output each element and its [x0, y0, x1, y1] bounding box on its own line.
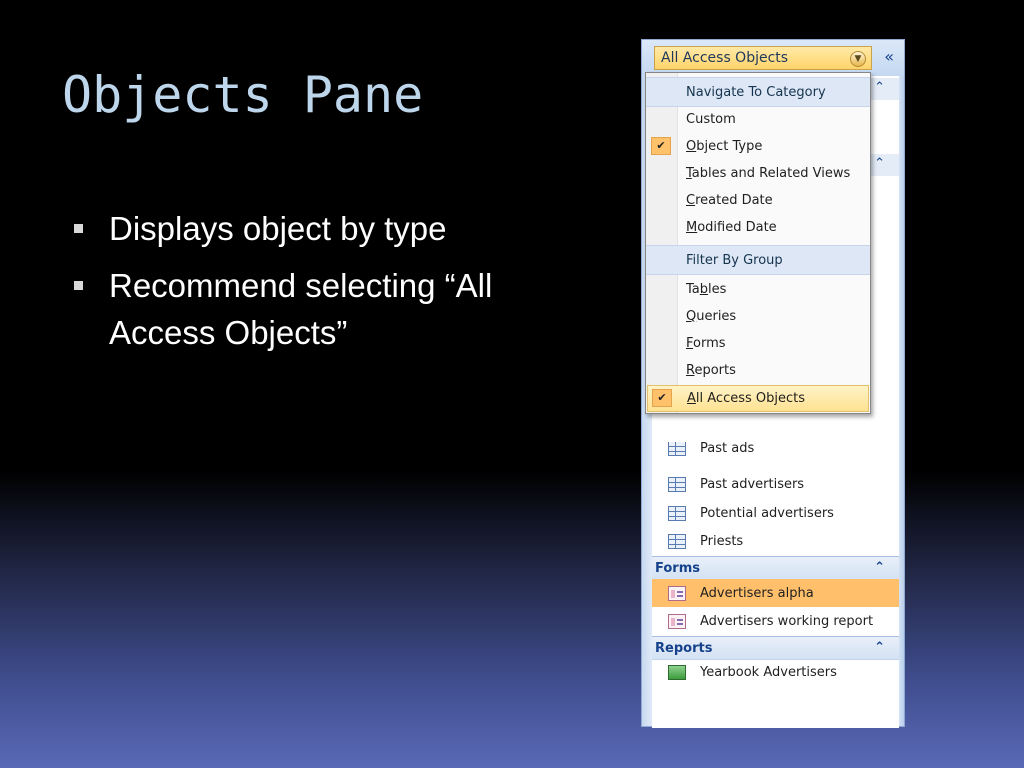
category-menu: Navigate To Category Custom ✔ Object Typ…: [645, 72, 871, 414]
menu-heading-label: Filter By Group: [686, 252, 783, 268]
menu-item-reports[interactable]: Reports: [646, 357, 870, 384]
menu-item-tables[interactable]: Tables: [646, 276, 870, 303]
group-header-reports[interactable]: Reports ⌃: [652, 636, 899, 660]
menu-heading-label: Navigate To Category: [686, 84, 826, 100]
menu-item-label: Tables: [686, 282, 727, 297]
category-dropdown-label: All Access Objects: [661, 50, 789, 66]
bullet-square-icon: [74, 281, 83, 290]
table-icon: [668, 533, 686, 549]
form-icon: [668, 585, 686, 601]
collapse-group-icon[interactable]: ⌃: [874, 80, 885, 95]
menu-item-label: All Access Objects: [687, 391, 806, 406]
table-row[interactable]: Priests: [652, 527, 899, 555]
form-icon: [668, 613, 686, 629]
menu-item-forms[interactable]: Forms: [646, 330, 870, 357]
menu-item-all-access-objects[interactable]: ✔ All Access Objects: [647, 385, 869, 412]
object-label: Advertisers working report: [700, 613, 874, 629]
menu-item-label: Queries: [686, 309, 737, 324]
menu-item-label: Modified Date: [686, 220, 777, 235]
object-label: Priests: [700, 533, 744, 549]
collapse-group-icon[interactable]: ⌃: [874, 640, 885, 655]
checkmark-icon: ✔: [651, 137, 671, 155]
object-label: Potential advertisers: [700, 505, 834, 521]
form-row[interactable]: Advertisers alpha: [652, 579, 899, 607]
dropdown-arrow-icon[interactable]: ▼: [850, 51, 866, 67]
menu-item-tables-related[interactable]: Tables and Related Views: [646, 160, 870, 187]
category-dropdown[interactable]: All Access Objects ▼: [654, 46, 872, 70]
object-label: Yearbook Advertisers: [700, 664, 837, 680]
pane-header: All Access Objects ▼ «: [642, 40, 904, 76]
menu-item-object-type[interactable]: ✔ Object Type: [646, 133, 870, 160]
menu-item-label: Tables and Related Views: [686, 166, 851, 181]
bullet-text: Displays object by type: [109, 210, 447, 247]
report-row[interactable]: Yearbook Advertisers: [652, 658, 899, 686]
menu-item-queries[interactable]: Queries: [646, 303, 870, 330]
table-row[interactable]: Past advertisers: [652, 470, 899, 498]
slide-title: Objects Pane: [62, 66, 424, 124]
group-header-label: Forms: [655, 560, 700, 576]
menu-item-label: Custom: [686, 112, 736, 127]
form-row[interactable]: Advertisers working report: [652, 607, 899, 635]
menu-heading-filter: Filter By Group: [646, 245, 870, 275]
table-icon: [668, 476, 686, 492]
group-header-label: Reports: [655, 640, 713, 656]
menu-item-label: Created Date: [686, 193, 773, 208]
bullet-text: Recommend selecting “All Access Objects”: [109, 267, 493, 351]
object-label: Past advertisers: [700, 476, 805, 492]
collapse-pane-icon[interactable]: «: [884, 49, 894, 65]
menu-heading-navigate: Navigate To Category: [646, 77, 870, 107]
bullet-item: Displays object by type: [72, 205, 592, 252]
bullet-square-icon: [74, 224, 83, 233]
table-icon: [668, 442, 686, 456]
table-row[interactable]: Potential advertisers: [652, 499, 899, 527]
object-label: Advertisers alpha: [700, 585, 814, 601]
table-row[interactable]: Past ads: [652, 442, 899, 456]
menu-item-created-date[interactable]: Created Date: [646, 187, 870, 214]
bullet-list: Displays object by type Recommend select…: [72, 205, 592, 366]
table-icon: [668, 505, 686, 521]
checkmark-icon: ✔: [652, 389, 672, 407]
report-icon: [668, 664, 686, 680]
menu-item-custom[interactable]: Custom: [646, 106, 870, 133]
menu-item-label: Forms: [686, 336, 726, 351]
menu-item-label: Object Type: [686, 139, 763, 154]
collapse-group-icon[interactable]: ⌃: [874, 560, 885, 575]
bullet-item: Recommend selecting “All Access Objects”: [72, 262, 592, 356]
menu-item-label: Reports: [686, 363, 736, 378]
collapse-group-icon[interactable]: ⌃: [874, 156, 885, 171]
object-label: Past ads: [700, 442, 755, 456]
menu-item-modified-date[interactable]: Modified Date: [646, 214, 870, 241]
group-header-forms[interactable]: Forms ⌃: [652, 556, 899, 580]
